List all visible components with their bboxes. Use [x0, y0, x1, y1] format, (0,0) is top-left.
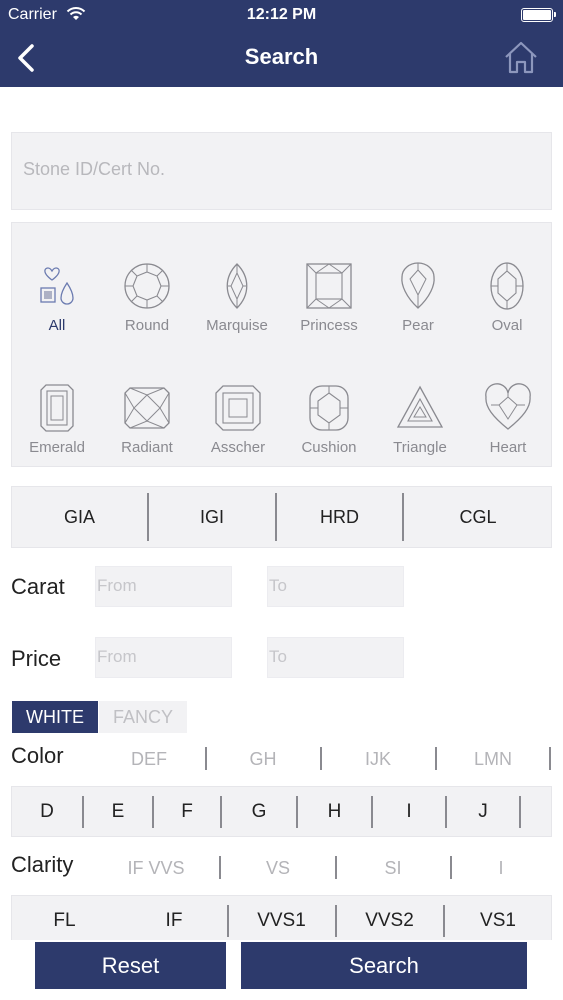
shape-round[interactable]: Round: [102, 261, 192, 334]
clarity-grade-vvs1[interactable]: VVS1: [229, 896, 334, 945]
lab-option-hrd[interactable]: HRD: [277, 487, 402, 547]
price-to-input[interactable]: To: [267, 637, 404, 678]
shape-heart[interactable]: Heart: [463, 383, 553, 456]
shape-label: Radiant: [121, 439, 173, 456]
shape-oval[interactable]: Oval: [462, 261, 552, 334]
clarity-grade-vs1[interactable]: VS1: [445, 896, 551, 945]
shape-label: All: [48, 317, 66, 334]
footer-actions: Reset Search: [0, 940, 563, 1000]
search-button[interactable]: Search: [241, 942, 527, 989]
heart-diamond-icon: [485, 383, 531, 430]
shape-label: Oval: [491, 317, 523, 334]
shape-princess[interactable]: Princess: [284, 261, 374, 334]
emerald-diamond-icon: [40, 384, 74, 432]
color-grade-f[interactable]: F: [154, 787, 220, 836]
color-grade-h[interactable]: H: [298, 787, 371, 836]
color-group-def[interactable]: DEF: [100, 749, 198, 770]
group-divider: [205, 747, 207, 770]
marquise-diamond-icon: [226, 263, 248, 309]
clock: 12:12 PM: [246, 6, 317, 23]
price-from-input[interactable]: From: [95, 637, 232, 678]
shape-label: Triangle: [393, 439, 447, 456]
page-title: Search: [244, 44, 319, 69]
color-group-ijk[interactable]: IJK: [329, 749, 427, 770]
price-from-placeholder: From: [97, 647, 137, 666]
oval-diamond-icon: [490, 262, 524, 310]
shape-cushion[interactable]: Cushion: [284, 383, 374, 456]
all-shapes-icon: [40, 267, 74, 305]
group-divider: [320, 747, 322, 770]
clarity-grade-vvs2[interactable]: VVS2: [337, 896, 442, 945]
stone-id-search-input[interactable]: Stone ID/Cert No.: [11, 132, 552, 210]
shape-all[interactable]: All: [12, 261, 102, 334]
group-divider: [219, 856, 221, 879]
nav-bar: Search: [0, 30, 563, 87]
group-divider: [549, 747, 551, 770]
color-grade-j[interactable]: J: [447, 787, 519, 836]
shape-radiant[interactable]: Radiant: [102, 383, 192, 456]
shape-label: Marquise: [206, 317, 268, 334]
carat-label: Carat: [11, 574, 65, 599]
pear-diamond-icon: [401, 262, 435, 309]
shape-label: Asscher: [210, 439, 266, 456]
clarity-grade-if[interactable]: IF: [122, 896, 226, 945]
carat-from-placeholder: From: [97, 576, 137, 595]
color-group-gh[interactable]: GH: [214, 749, 312, 770]
shape-label: Pear: [402, 317, 434, 334]
color-type-white-tab[interactable]: WHITE: [12, 701, 98, 733]
clarity-group-vs[interactable]: VS: [229, 858, 327, 879]
status-bar: Carrier 12:12 PM: [0, 0, 563, 30]
lab-option-cgl[interactable]: CGL: [404, 487, 552, 547]
color-grade-bar: D E F G H I J: [11, 786, 552, 837]
color-group-lmn[interactable]: LMN: [444, 749, 542, 770]
shape-grid: All Round Marquise Princess Pear Oval Em…: [11, 222, 552, 467]
color-label: Color: [11, 743, 64, 768]
clarity-label: Clarity: [11, 852, 74, 877]
home-icon[interactable]: [503, 39, 539, 75]
reset-button[interactable]: Reset: [35, 942, 226, 989]
shape-asscher[interactable]: Asscher: [193, 383, 283, 456]
carat-from-input[interactable]: From: [95, 566, 232, 607]
color-grade-g[interactable]: G: [222, 787, 296, 836]
battery-icon: [521, 8, 556, 22]
grade-divider: [519, 796, 521, 828]
shape-pear[interactable]: Pear: [373, 261, 463, 334]
price-label: Price: [11, 646, 62, 671]
shape-marquise[interactable]: Marquise: [192, 261, 282, 334]
color-grade-i[interactable]: I: [373, 787, 445, 836]
lab-selector: GIA IGI HRD CGL: [11, 486, 552, 548]
clarity-group-i[interactable]: I: [452, 858, 550, 879]
price-to-placeholder: To: [269, 647, 287, 666]
shape-emerald[interactable]: Emerald: [12, 383, 102, 456]
search-form: Stone ID/Cert No. All Round Marquise Pri…: [0, 87, 563, 946]
shape-label: Cushion: [301, 439, 357, 456]
color-type-fancy-tab[interactable]: FANCY: [99, 701, 187, 733]
group-divider: [335, 856, 337, 879]
radiant-diamond-icon: [124, 387, 170, 429]
search-placeholder: Stone ID/Cert No.: [23, 159, 166, 179]
asscher-diamond-icon: [215, 385, 261, 431]
color-grade-e[interactable]: E: [84, 787, 152, 836]
group-divider: [435, 747, 437, 770]
shape-label: Heart: [489, 439, 527, 456]
shape-label: Princess: [300, 317, 358, 334]
clarity-grade-fl[interactable]: FL: [12, 896, 117, 945]
color-grade-d[interactable]: D: [12, 787, 82, 836]
round-diamond-icon: [124, 263, 170, 309]
clarity-group-if-vvs[interactable]: IF VVS: [107, 858, 205, 879]
carat-to-placeholder: To: [269, 576, 287, 595]
triangle-diamond-icon: [396, 385, 444, 428]
shape-triangle[interactable]: Triangle: [375, 383, 465, 456]
lab-option-igi[interactable]: IGI: [149, 487, 275, 547]
shape-label: Round: [124, 317, 170, 334]
cushion-diamond-icon: [309, 385, 349, 431]
princess-diamond-icon: [306, 263, 352, 309]
carat-to-input[interactable]: To: [267, 566, 404, 607]
clarity-group-si[interactable]: SI: [344, 858, 442, 879]
shape-label: Emerald: [29, 439, 85, 456]
clarity-grade-bar: FL IF VVS1 VVS2 VS1: [11, 895, 552, 946]
lab-option-gia[interactable]: GIA: [12, 487, 147, 547]
